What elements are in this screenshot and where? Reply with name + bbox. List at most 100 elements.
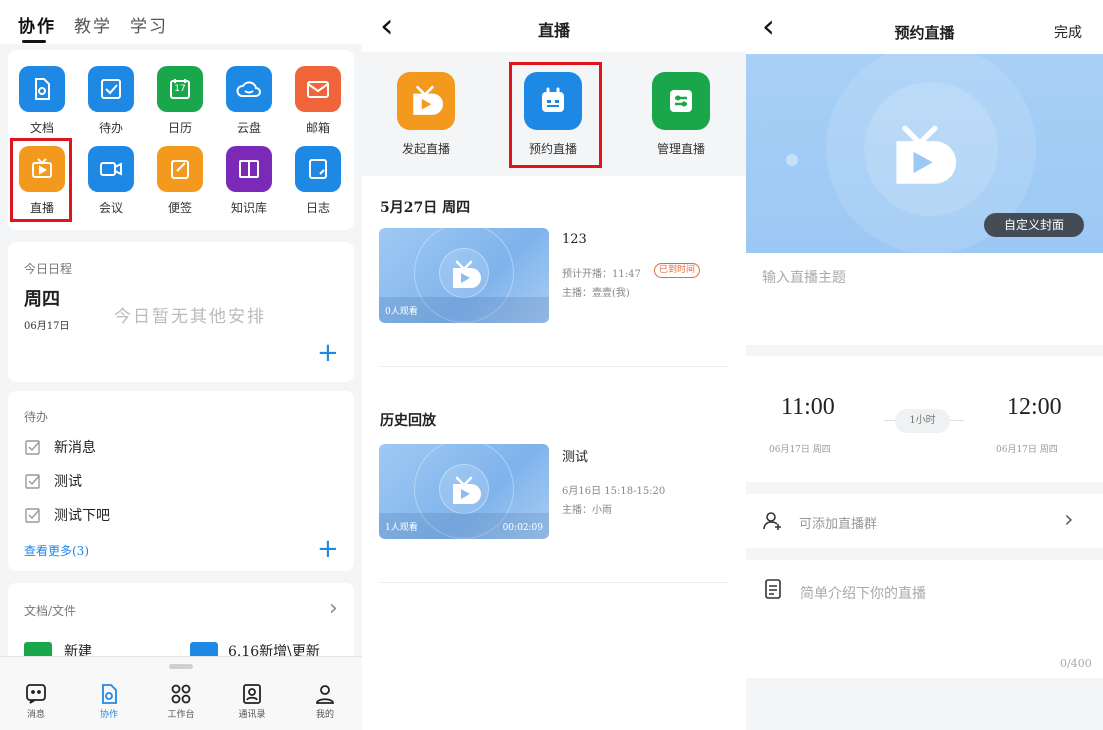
nav-item-label[interactable]: 消息 <box>11 707 61 720</box>
app-label: 知识库 <box>230 201 267 215</box>
book-icon <box>236 156 262 182</box>
tab-teach[interactable]: 教学 <box>74 12 112 37</box>
schedule-weekday: 周四 <box>24 289 60 310</box>
video-camera-icon <box>98 156 124 182</box>
checkbox-icon[interactable] <box>25 473 41 493</box>
app-label: 云盘 <box>236 121 261 135</box>
cloud-icon <box>235 76 263 102</box>
upcoming-thumbnail[interactable]: 0人观看 <box>379 228 549 323</box>
end-time[interactable]: 12:00 <box>1007 394 1062 421</box>
todo-check-icon <box>98 76 124 102</box>
divider <box>379 366 729 367</box>
live-panel: ‹ 直播 发起直播 预约直播 管理直播 5月27日 周四 0人观看 123 预计开播… <box>362 0 746 730</box>
group-label: 可添加直播群 <box>799 517 878 532</box>
history-title: 测试 <box>562 450 589 465</box>
start-time[interactable]: 11:00 <box>781 394 835 421</box>
upcoming-time: 预计开播：11:47 <box>562 269 641 280</box>
schedule-empty-text: 今日暂无其他安排 <box>114 307 266 327</box>
cover-area[interactable]: 自定义封面 <box>746 54 1103 253</box>
calendar-icon: 17 <box>167 76 193 102</box>
todo-heading: 待办 <box>24 410 49 424</box>
todo-item[interactable]: 新消息 <box>54 437 96 457</box>
app-tile-6[interactable] <box>88 146 134 192</box>
intro-input[interactable]: 简单介绍下你的直播 <box>800 583 926 603</box>
upcoming-host: 主播：壹壹(我) <box>562 288 630 299</box>
app-tile-2[interactable]: 17 <box>157 66 203 112</box>
add-group-icon <box>762 510 784 536</box>
chevron-right-icon[interactable]: › <box>1064 505 1074 533</box>
upcoming-date: 5月27日 周四 <box>380 200 471 216</box>
char-counter: 0/400 <box>1060 657 1092 670</box>
checkbox-icon[interactable] <box>25 439 41 459</box>
done-button[interactable]: 完成 <box>1054 22 1082 42</box>
description-icon <box>764 578 782 604</box>
custom-cover-button[interactable]: 自定义封面 <box>984 213 1084 237</box>
history-heading: 历史回放 <box>380 413 436 429</box>
files-chevron-icon[interactable]: › <box>329 596 338 621</box>
page-title: 直播 <box>537 21 570 40</box>
manage-live-icon[interactable] <box>652 72 710 130</box>
todo-item[interactable]: 测试 <box>54 471 82 491</box>
history-host: 主播：小雨 <box>562 505 612 516</box>
profile-icon[interactable] <box>310 679 340 709</box>
live-tv-icon <box>886 124 958 192</box>
live-tv-icon <box>449 476 481 510</box>
active-tab-indicator <box>22 40 46 43</box>
files-heading: 文档/文件 <box>24 604 77 618</box>
end-date: 06月17日 周四 <box>996 445 1058 455</box>
app-label: 文档 <box>29 121 54 135</box>
log-icon <box>305 156 331 182</box>
upcoming-viewers: 0人观看 <box>385 307 418 317</box>
schedule-date: 06月17日 <box>24 321 70 332</box>
live-tv-icon <box>449 260 481 294</box>
start-date: 06月17日 周四 <box>769 445 831 455</box>
nav-item-label[interactable]: 我的 <box>300 707 350 720</box>
nav-item-label[interactable]: 工作台 <box>156 707 206 720</box>
note-icon <box>167 156 193 182</box>
view-more-link[interactable]: 查看更多(3) <box>24 542 89 559</box>
app-label: 待办 <box>98 121 123 135</box>
nav-item-label[interactable]: 协作 <box>84 707 134 720</box>
nav-item-label[interactable]: 通讯录 <box>227 707 277 720</box>
live-action-label[interactable]: 管理直播 <box>636 140 726 157</box>
intro-section <box>746 560 1103 678</box>
duration-pill: 1小时 <box>895 409 950 433</box>
collab-panel: 协作 教学 学习 文档 待办 17 日历 云盘 邮箱 直播 会议 便签 知识库 日志 今日日程 周四… <box>0 0 362 730</box>
app-label: 日志 <box>305 201 330 215</box>
app-tile-3[interactable] <box>226 66 272 112</box>
tab-collab[interactable]: 协作 <box>18 12 56 37</box>
app-tile-7[interactable] <box>157 146 203 192</box>
calendar-day-badge: 17 <box>174 84 186 94</box>
sheet-handle[interactable] <box>169 664 193 669</box>
add-todo-button[interactable]: + <box>317 536 339 562</box>
contacts-icon[interactable] <box>237 679 267 709</box>
schedule-live-panel: ‹ 预约直播 完成 自定义封面 输入直播主题 11:00 06月17日 周四 1… <box>746 0 1103 730</box>
history-duration: 00:02:09 <box>502 523 543 533</box>
message-icon[interactable] <box>21 679 51 709</box>
add-schedule-button[interactable]: + <box>317 340 339 366</box>
app-label: 便签 <box>167 201 192 215</box>
app-label: 日历 <box>167 121 192 135</box>
highlight-schedule-action <box>509 62 602 168</box>
app-tile-9[interactable] <box>295 146 341 192</box>
topic-input[interactable]: 输入直播主题 <box>762 267 846 287</box>
app-tile-0[interactable] <box>19 66 65 112</box>
todo-item[interactable]: 测试下吧 <box>54 505 110 525</box>
app-tile-8[interactable] <box>226 146 272 192</box>
mail-icon <box>305 76 331 102</box>
upcoming-title: 123 <box>562 232 587 247</box>
checkbox-icon[interactable] <box>25 507 41 527</box>
app-tile-4[interactable] <box>295 66 341 112</box>
app-tile-1[interactable] <box>88 66 134 112</box>
schedule-heading: 今日日程 <box>24 262 73 276</box>
history-viewers: 1人观看 <box>385 523 418 533</box>
start-live-icon[interactable] <box>397 72 455 130</box>
collab-icon[interactable] <box>94 679 124 709</box>
divider <box>379 582 729 583</box>
history-thumbnail[interactable]: 1人观看 00:02:09 <box>379 444 549 539</box>
tab-learn[interactable]: 学习 <box>130 12 168 37</box>
workbench-icon[interactable] <box>166 679 196 709</box>
page-title: 预约直播 <box>894 24 955 42</box>
app-label: 会议 <box>98 201 123 215</box>
live-action-label[interactable]: 发起直播 <box>381 140 471 157</box>
